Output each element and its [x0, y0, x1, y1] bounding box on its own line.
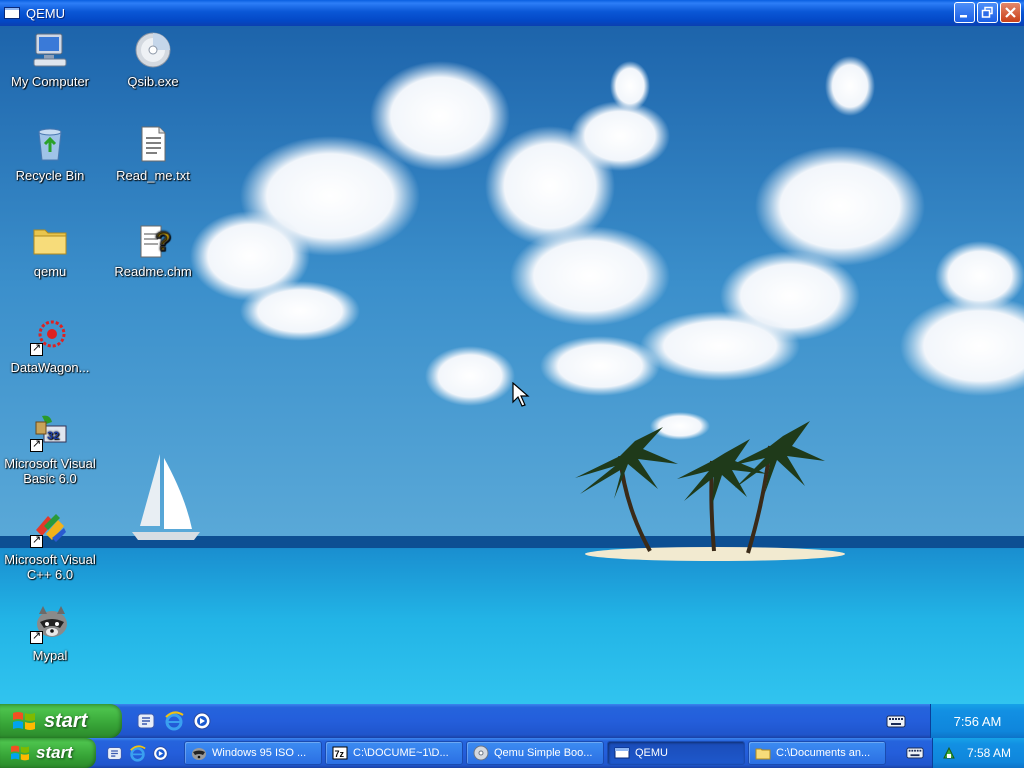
svg-text:32: 32	[47, 430, 59, 442]
window-title: QEMU	[26, 5, 65, 21]
desktop-icon-qemu-folder[interactable]: qemu	[0, 220, 100, 279]
host-start-button[interactable]: start	[0, 738, 96, 768]
keyboard-icon[interactable]	[906, 745, 924, 760]
desktop-icon-read-me-txt[interactable]: Read_me.txt	[103, 124, 203, 183]
windows-update-icon[interactable]	[106, 745, 123, 762]
guest-system-tray: 7:56 AM	[930, 704, 1024, 738]
windows-update-icon[interactable]	[136, 711, 156, 731]
close-icon	[1005, 7, 1016, 18]
text-file-icon	[141, 126, 166, 162]
close-button[interactable]	[1000, 2, 1021, 23]
host-taskbar: start Windows 95 ISO ... 7z C:\DOCUME~1\…	[0, 738, 1024, 768]
task-button-7zip[interactable]: 7z C:\DOCUME~1\D...	[325, 741, 463, 765]
host-system-tray: 7:58 AM	[932, 738, 1024, 768]
guest-taskbar: start 7:56 AM	[0, 704, 1024, 738]
desktop-icon-recycle-bin[interactable]: Recycle Bin	[0, 124, 100, 183]
desktop-icon-visual-cpp[interactable]: Microsoft Visual C++ 6.0	[0, 508, 100, 582]
desktop-icon-qsib[interactable]: Qsib.exe	[103, 30, 203, 89]
keyboard-icon[interactable]	[886, 713, 906, 729]
task-button-qemu[interactable]: QEMU	[607, 741, 745, 765]
desktop[interactable]: My Computer Qsib.exe Recycle Bin Read_me…	[0, 26, 1024, 704]
svg-text:7z: 7z	[335, 749, 345, 759]
mouse-cursor-icon	[512, 382, 530, 407]
raccoon-icon	[192, 748, 206, 760]
help-file-icon: ?	[140, 225, 171, 258]
task-button-qemu-simple-boot[interactable]: Qemu Simple Boo...	[466, 741, 604, 765]
shortcut-arrow-icon	[30, 629, 43, 644]
folder-icon	[33, 229, 67, 255]
guest-start-button[interactable]: start	[0, 704, 122, 738]
minimize-icon	[960, 15, 967, 18]
task-button-windows95-iso[interactable]: Windows 95 ISO ...	[184, 741, 322, 765]
folder-icon	[755, 748, 771, 760]
desktop-icon-readme-chm[interactable]: ? Readme.chm	[103, 220, 203, 279]
desktop-icon-my-computer[interactable]: My Computer	[0, 30, 100, 89]
task-button-documents-folder[interactable]: C:\Documents an...	[748, 741, 886, 765]
desktop-icon-mypal[interactable]: Mypal	[0, 604, 100, 663]
desktop-icon-datawagon[interactable]: DataWagon...	[0, 316, 100, 375]
restore-icon	[981, 6, 993, 18]
host-clock[interactable]: 7:58 AM	[967, 746, 1011, 760]
shortcut-arrow-icon	[30, 437, 43, 452]
internet-explorer-icon[interactable]	[164, 711, 184, 731]
internet-explorer-icon[interactable]	[129, 744, 146, 762]
recycle-bin-icon	[38, 128, 62, 161]
guest-clock[interactable]: 7:56 AM	[954, 714, 1002, 729]
svg-text:?: ?	[155, 226, 171, 256]
window-icon	[4, 7, 20, 19]
desktop-icon-visual-basic[interactable]: 32 Microsoft Visual Basic 6.0	[0, 412, 100, 486]
media-player-icon[interactable]	[192, 711, 212, 731]
shortcut-arrow-icon	[30, 341, 43, 356]
7zip-icon: 7z	[332, 746, 348, 760]
shortcut-arrow-icon	[30, 533, 43, 548]
media-player-icon[interactable]	[152, 745, 169, 762]
windows-logo-icon	[13, 712, 35, 730]
minimize-button[interactable]	[954, 2, 975, 23]
network-icon[interactable]	[941, 745, 957, 761]
restore-button[interactable]	[977, 2, 998, 23]
window-icon	[614, 747, 630, 759]
cd-icon	[473, 745, 489, 761]
qemu-title-bar[interactable]: QEMU	[0, 0, 1024, 26]
windows-logo-icon	[11, 745, 29, 761]
cd-icon	[135, 32, 171, 68]
computer-icon	[33, 33, 67, 67]
